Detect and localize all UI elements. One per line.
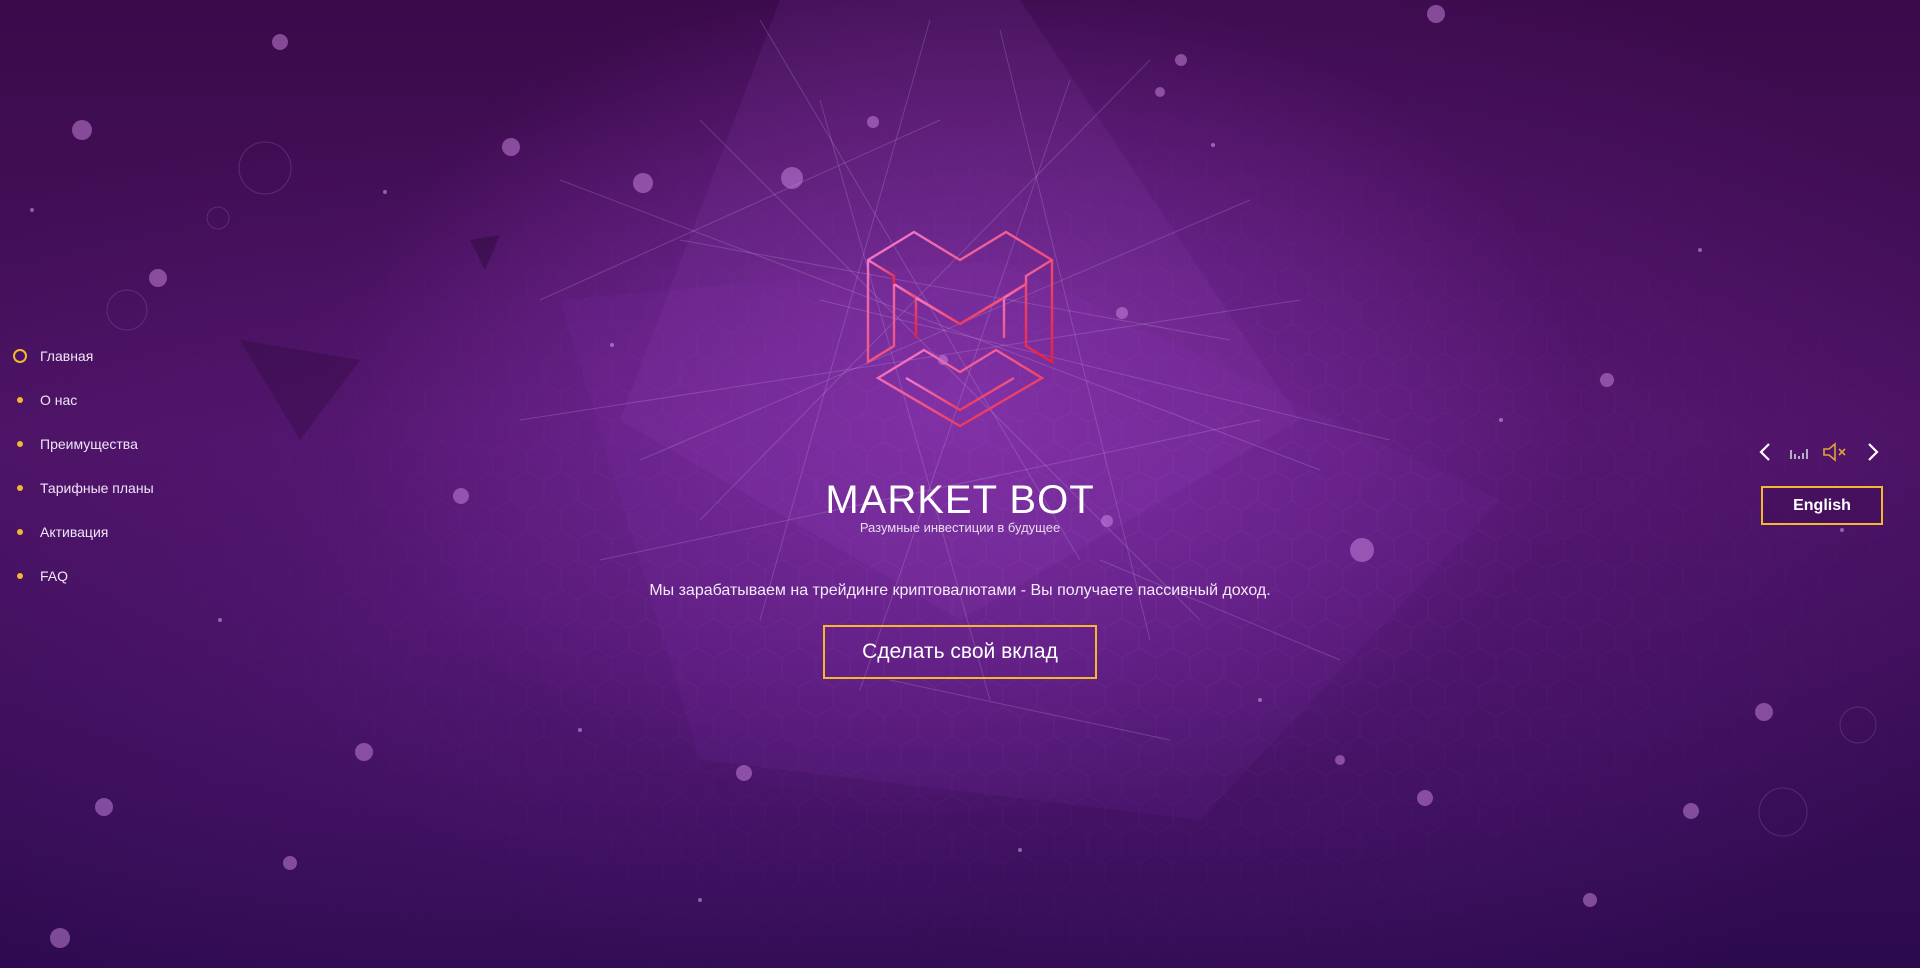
nav-item-label: О нас (40, 392, 78, 408)
nav-item-label: Главная (40, 348, 94, 364)
nav-dot-icon (12, 524, 28, 540)
chevron-left-icon[interactable] (1756, 438, 1774, 466)
equalizer-icon[interactable] (1788, 438, 1812, 466)
hero-tagline: Мы зарабатываем на трейдинге криптовалют… (649, 582, 1271, 599)
nav-item-activation[interactable]: Активация (12, 510, 154, 554)
nav-dot-icon (12, 568, 28, 584)
nav-item-about[interactable]: О нас (12, 378, 154, 422)
nav-active-ring-icon (12, 348, 28, 364)
nav-item-advantages[interactable]: Преимущества (12, 422, 154, 466)
nav-item-label: Преимущества (40, 436, 138, 452)
nav-item-label: FAQ (40, 568, 69, 584)
speaker-muted-icon[interactable] (1822, 438, 1850, 466)
side-nav: Главная О нас Преимущества Тарифные план… (12, 334, 154, 598)
nav-item-tariffs[interactable]: Тарифные планы (12, 466, 154, 510)
brand-title: MARKET BOT (825, 478, 1095, 522)
nav-item-home[interactable]: Главная (12, 334, 154, 378)
chevron-right-icon[interactable] (1864, 438, 1882, 466)
brand-subtitle: Разумные инвестиции в будущее (859, 520, 1061, 535)
nav-dot-icon (12, 436, 28, 452)
market-bot-logo (866, 230, 1054, 428)
nav-item-label: Тарифные планы (40, 480, 154, 496)
language-button[interactable]: English (1761, 486, 1883, 525)
slider-controls (1756, 438, 1879, 466)
nav-item-label: Активация (40, 524, 109, 540)
make-deposit-button[interactable]: Сделать свой вклад (823, 625, 1097, 679)
nav-item-faq[interactable]: FAQ (12, 554, 154, 598)
nav-dot-icon (12, 480, 28, 496)
nav-dot-icon (12, 392, 28, 408)
